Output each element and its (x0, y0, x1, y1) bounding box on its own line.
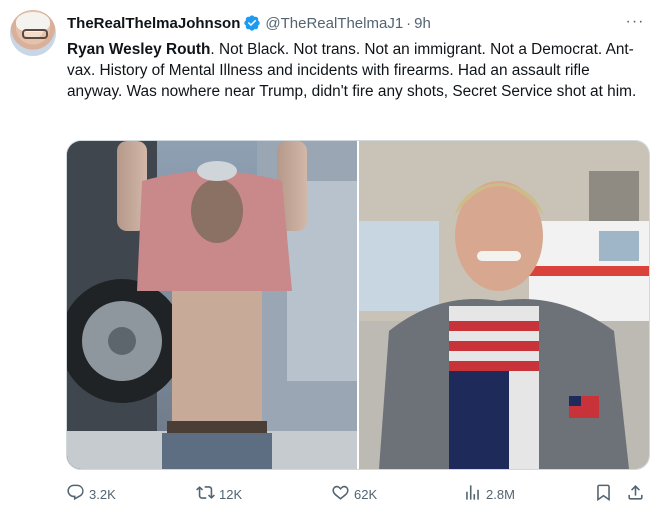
bookmark-icon (594, 483, 613, 505)
action-bar: 3.2K 12K 62K 2.8M (66, 482, 648, 506)
share-icon (626, 483, 645, 505)
photo-left-illustration (67, 141, 357, 469)
verified-badge-icon[interactable] (243, 14, 261, 32)
avatar[interactable] (10, 10, 56, 56)
display-name[interactable]: TheRealThelmaJohnson (67, 15, 240, 32)
share-button[interactable] (626, 482, 645, 506)
repost-count: 12K (219, 486, 243, 502)
user-handle[interactable]: @TheRealThelmaJ1 (265, 15, 403, 32)
views-icon (463, 483, 482, 505)
more-icon: ··· (625, 13, 645, 30)
tweet-header: TheRealThelmaJohnson @TheRealThelmaJ1 · … (67, 13, 431, 33)
photo-right[interactable] (359, 141, 649, 469)
media-grid (66, 140, 650, 470)
tweet-text-bold: Ryan Wesley Routh (67, 41, 211, 58)
repost-button[interactable]: 12K (196, 482, 242, 506)
reply-icon (66, 483, 85, 505)
views-count: 2.8M (486, 486, 515, 502)
separator-dot: · (406, 14, 412, 32)
tweet-text: Ryan Wesley Routh. Not Black. Not trans.… (67, 39, 642, 102)
more-options-button[interactable]: ··· (623, 12, 647, 32)
reply-count: 3.2K (89, 486, 116, 502)
views-button[interactable]: 2.8M (463, 482, 515, 506)
like-count: 62K (354, 486, 378, 502)
reply-button[interactable]: 3.2K (66, 482, 116, 506)
timestamp[interactable]: 9h (414, 15, 431, 32)
avatar-glasses (22, 29, 48, 39)
bookmark-button[interactable] (594, 482, 613, 506)
photo-left[interactable] (67, 141, 357, 469)
repost-icon (196, 483, 215, 505)
like-button[interactable]: 62K (331, 482, 377, 506)
photo-right-illustration (359, 141, 649, 469)
like-icon (331, 483, 350, 505)
